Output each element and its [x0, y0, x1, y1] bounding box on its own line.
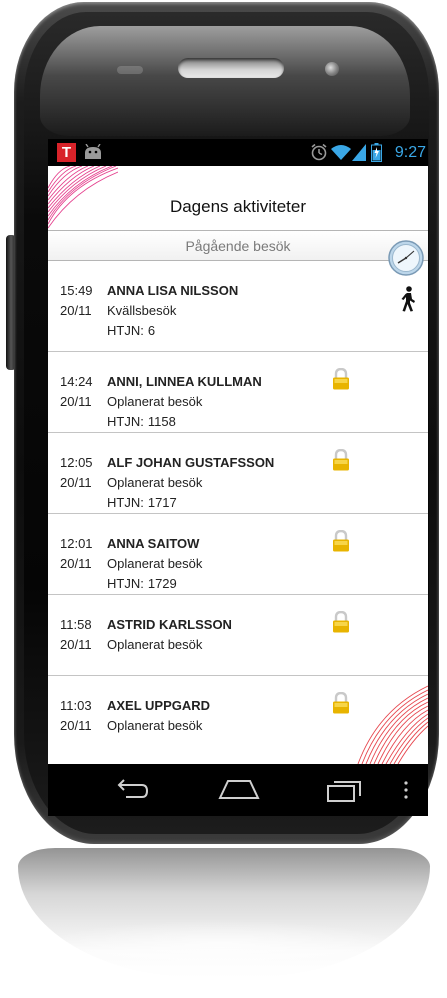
htjn-value: 6 [147, 323, 156, 338]
reflection-gloss [40, 920, 400, 970]
lock-icon [333, 692, 349, 714]
htjn-label: HTJN: [107, 414, 144, 429]
overflow-menu-icon[interactable] [403, 780, 409, 800]
visit-htjn: HTJN: 1158 [107, 414, 176, 430]
visit-time: 11:03 [60, 698, 92, 713]
visit-patient-name: ANNA SAITOW [107, 536, 200, 551]
status-bar: T 9:27 [48, 139, 428, 166]
lock-icon [333, 368, 349, 390]
visit-htjn: HTJN: 1729 [107, 576, 177, 592]
visit-type: Oplanerat besök [107, 556, 203, 571]
lock-icon [333, 611, 349, 633]
android-icon [85, 144, 101, 159]
android-nav-bar [48, 764, 428, 816]
battery-icon [371, 143, 382, 162]
page-title: Dagens aktiviteter [169, 197, 307, 216]
title-bar: Dagens aktiviteter [48, 166, 428, 230]
htjn-label: HTJN: [107, 323, 144, 338]
home-icon[interactable] [218, 778, 260, 800]
htjn-value: 1729 [147, 576, 177, 591]
visit-date: 20/11 [60, 718, 92, 733]
htjn-value: 1158 [147, 414, 176, 429]
wifi-icon [331, 145, 351, 160]
visit-type: Oplanerat besök [107, 475, 203, 490]
phone-mockup: T 9:27 Dagens aktiviteter Pågående besök… [0, 0, 447, 998]
visit-list: 15:49 20/11 ANNA LISA NILSSON Kvällsbesö… [48, 261, 428, 757]
phone-gloss [40, 26, 410, 136]
visit-row[interactable]: 12:01 20/11 ANNA SAITOW Oplanerat besök … [48, 514, 428, 595]
htjn-label: HTJN: [107, 495, 144, 510]
visit-date: 20/11 [60, 303, 92, 318]
visit-htjn: HTJN: 1717 [107, 495, 177, 511]
visit-type: Oplanerat besök [107, 637, 203, 652]
phone-speaker [178, 58, 284, 78]
visit-date: 20/11 [60, 556, 92, 571]
visit-row[interactable]: 12:05 20/11 ALF JOHAN GUSTAFSSON Oplaner… [48, 433, 428, 514]
visit-date: 20/11 [60, 475, 92, 490]
visit-row[interactable]: 15:49 20/11 ANNA LISA NILSSON Kvällsbesö… [48, 261, 428, 352]
red-swirl-decoration [357, 685, 428, 764]
lock-icon [333, 449, 349, 471]
alarm-icon [311, 143, 327, 161]
visit-row[interactable]: 11:58 20/11 ASTRID KARLSSON Oplanerat be… [48, 595, 428, 676]
visit-date: 20/11 [60, 394, 92, 409]
visit-date: 20/11 [60, 637, 92, 652]
htjn-label: HTJN: [107, 576, 144, 591]
visit-time: 15:49 [60, 283, 93, 298]
app-t-icon: T [57, 143, 76, 162]
phone-screen: T 9:27 Dagens aktiviteter Pågående besök… [48, 139, 428, 816]
visit-row[interactable]: 14:24 20/11 ANNI, LINNEA KULLMAN Oplaner… [48, 352, 428, 433]
htjn-value: 1717 [147, 495, 177, 510]
visit-patient-name: ANNI, LINNEA KULLMAN [107, 374, 262, 389]
signal-icon [352, 144, 366, 161]
ongoing-visits-bar[interactable]: Pågående besök [48, 231, 428, 260]
visit-time: 12:05 [60, 455, 93, 470]
lock-icon [333, 530, 349, 552]
visit-patient-name: ANNA LISA NILSSON [107, 283, 239, 298]
phone-camera [325, 62, 339, 76]
visit-patient-name: ASTRID KARLSSON [107, 617, 232, 632]
visit-time: 12:01 [60, 536, 93, 551]
phone-sensor [117, 66, 143, 74]
visit-type: Kvällsbesök [107, 303, 177, 318]
clock-icon[interactable] [387, 239, 425, 277]
ongoing-visits-label: Pågående besök [185, 238, 291, 254]
visit-type: Oplanerat besök [107, 718, 203, 733]
visit-type: Oplanerat besök [107, 394, 203, 409]
status-time: 9:27 [394, 144, 426, 161]
walking-person-icon [401, 286, 415, 312]
visit-time: 11:58 [60, 617, 92, 632]
visit-time: 14:24 [60, 374, 93, 389]
visit-htjn: HTJN: 6 [107, 323, 155, 339]
visit-patient-name: ALF JOHAN GUSTAFSSON [107, 455, 275, 470]
back-icon[interactable] [114, 777, 150, 803]
recent-apps-icon[interactable] [326, 777, 364, 803]
visit-patient-name: AXEL UPPGARD [107, 698, 211, 713]
app-screen: Dagens aktiviteter Pågående besök 15:49 … [48, 166, 428, 764]
